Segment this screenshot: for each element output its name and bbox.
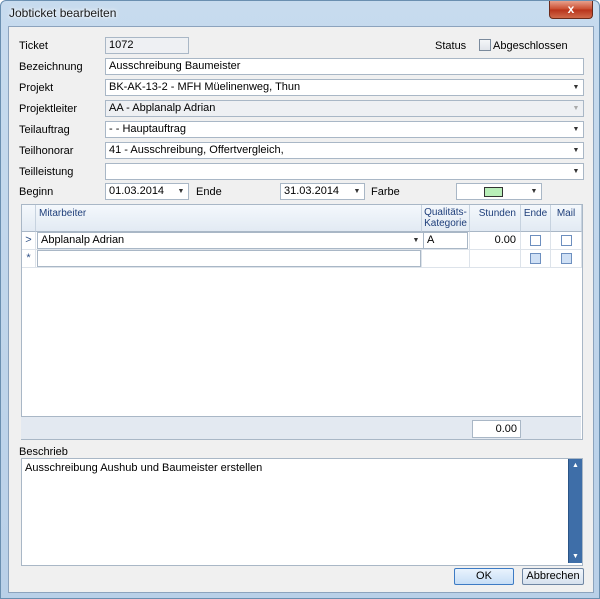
ende-checkbox[interactable] xyxy=(530,235,541,246)
projektleiter-value: AA - Abplanalp Adrian xyxy=(109,102,216,114)
ticket-label: Ticket xyxy=(19,40,48,52)
ende-value: 31.03.2014 xyxy=(284,185,340,197)
row-header-corner xyxy=(22,205,36,232)
mail-cell[interactable] xyxy=(551,232,582,250)
new-row-mail-checkbox[interactable] xyxy=(561,253,572,264)
teilhonorar-dropdown[interactable]: 41 - Ausschreibung, Offertvergleich, ▼ xyxy=(105,142,584,159)
beginn-label: Beginn xyxy=(19,186,54,198)
column-header-ende[interactable]: Ende xyxy=(521,205,551,232)
chevron-down-icon[interactable]: ▼ xyxy=(411,233,421,248)
new-row-indicator[interactable]: * xyxy=(22,250,36,268)
projekt-value: BK-AK-13-2 - MFH Müelinenweg, Thun xyxy=(109,81,301,93)
stunden-total: 0.00 xyxy=(472,420,521,438)
kategorie-cell[interactable]: A xyxy=(422,232,470,250)
dialog-window: Jobticket bearbeiten x Ticket 1072 Statu… xyxy=(0,0,600,599)
chevron-down-icon[interactable]: ▼ xyxy=(529,184,539,199)
scroll-down-icon[interactable]: ▼ xyxy=(569,550,582,563)
abgeschlossen-label[interactable]: Abgeschlossen xyxy=(493,40,568,52)
status-label: Status xyxy=(435,40,467,52)
stunden-cell[interactable]: 0.00 xyxy=(470,232,521,250)
column-header-stunden[interactable]: Stunden xyxy=(470,205,521,232)
new-row[interactable] xyxy=(36,250,422,268)
mail-checkbox[interactable] xyxy=(561,235,572,246)
farbe-colorpicker[interactable]: ▼ xyxy=(456,183,542,200)
column-header-mitarbeiter[interactable]: Mitarbeiter xyxy=(36,205,422,232)
ticket-field: 1072 xyxy=(105,37,189,54)
new-row-mitarbeiter-input[interactable] xyxy=(37,250,421,267)
beginn-datepicker[interactable]: 01.03.2014 ▼ xyxy=(105,183,189,200)
teilauftrag-value: - - Hauptauftrag xyxy=(109,123,187,135)
ende-cell[interactable] xyxy=(521,232,551,250)
bezeichnung-input[interactable]: Ausschreibung Baumeister xyxy=(105,58,584,75)
abgeschlossen-checkbox[interactable] xyxy=(479,39,491,51)
farbe-label: Farbe xyxy=(371,186,400,198)
window-title: Jobticket bearbeiten xyxy=(9,6,117,20)
beginn-value: 01.03.2014 xyxy=(109,185,165,197)
dialog-client-area: Ticket 1072 Status Abgeschlossen Bezeich… xyxy=(8,26,594,593)
teilauftrag-dropdown[interactable]: - - Hauptauftrag ▼ xyxy=(105,121,584,138)
title-bar[interactable]: Jobticket bearbeiten x xyxy=(1,1,599,25)
kategorie-input[interactable]: A xyxy=(423,232,468,249)
new-row-kategorie-cell[interactable] xyxy=(422,250,470,268)
mitarbeiter-grid: Mitarbeiter Qualitäts- Kategorie Stunden… xyxy=(21,204,583,440)
new-row-stunden-cell[interactable] xyxy=(470,250,521,268)
chevron-down-icon[interactable]: ▼ xyxy=(352,184,362,199)
scroll-up-icon[interactable]: ▲ xyxy=(569,459,582,472)
teilleistung-dropdown[interactable]: ▼ xyxy=(105,163,584,180)
projekt-dropdown[interactable]: BK-AK-13-2 - MFH Müelinenweg, Thun ▼ xyxy=(105,79,584,96)
projekt-label: Projekt xyxy=(19,82,54,94)
close-button[interactable]: x xyxy=(549,1,593,19)
chevron-down-icon[interactable]: ▼ xyxy=(571,122,581,137)
beschrieb-label: Beschrieb xyxy=(19,446,68,458)
new-row-ende-cell[interactable] xyxy=(521,250,551,268)
teilleistung-label: Teilleistung xyxy=(19,166,74,178)
chevron-down-icon[interactable]: ▼ xyxy=(176,184,186,199)
cancel-button[interactable]: Abbrechen xyxy=(522,568,584,585)
mitarbeiter-value: Abplanalp Adrian xyxy=(41,234,125,246)
chevron-down-icon[interactable]: ▼ xyxy=(571,164,581,179)
column-header-kategorie-line1: Qualitäts- xyxy=(424,207,467,218)
beschrieb-text: Ausschreibung Aushub und Baumeister erst… xyxy=(25,462,263,474)
row-indicator[interactable]: > xyxy=(22,232,36,250)
projektleiter-label: Projektleiter xyxy=(19,103,78,115)
ende-label: Ende xyxy=(196,186,222,198)
table-row[interactable]: Abplanalp Adrian ▼ xyxy=(36,232,424,250)
teilauftrag-label: Teilauftrag xyxy=(19,124,70,136)
new-row-mail-cell[interactable] xyxy=(551,250,582,268)
teilhonorar-value: 41 - Ausschreibung, Offertvergleich, xyxy=(109,144,284,156)
mitarbeiter-dropdown[interactable]: Abplanalp Adrian ▼ xyxy=(37,232,424,249)
bezeichnung-label: Bezeichnung xyxy=(19,61,83,73)
vertical-scrollbar[interactable]: ▲ ▼ xyxy=(568,459,582,563)
chevron-down-icon: ▼ xyxy=(572,105,580,112)
new-row-ende-checkbox[interactable] xyxy=(530,253,541,264)
ende-datepicker[interactable]: 31.03.2014 ▼ xyxy=(280,183,365,200)
column-header-mail[interactable]: Mail xyxy=(551,205,582,232)
color-swatch xyxy=(484,187,503,197)
column-header-kategorie-line2: Kategorie xyxy=(424,218,467,229)
teilhonorar-label: Teilhonorar xyxy=(19,145,74,157)
projektleiter-dropdown: AA - Abplanalp Adrian ▼ xyxy=(105,100,584,117)
ok-button[interactable]: OK xyxy=(454,568,514,585)
chevron-down-icon[interactable]: ▼ xyxy=(571,80,581,95)
chevron-down-icon[interactable]: ▼ xyxy=(571,143,581,158)
beschrieb-textarea[interactable]: Ausschreibung Aushub und Baumeister erst… xyxy=(21,458,583,566)
grid-footer: 0.00 xyxy=(21,416,581,439)
column-header-kategorie[interactable]: Qualitäts- Kategorie xyxy=(422,205,470,232)
